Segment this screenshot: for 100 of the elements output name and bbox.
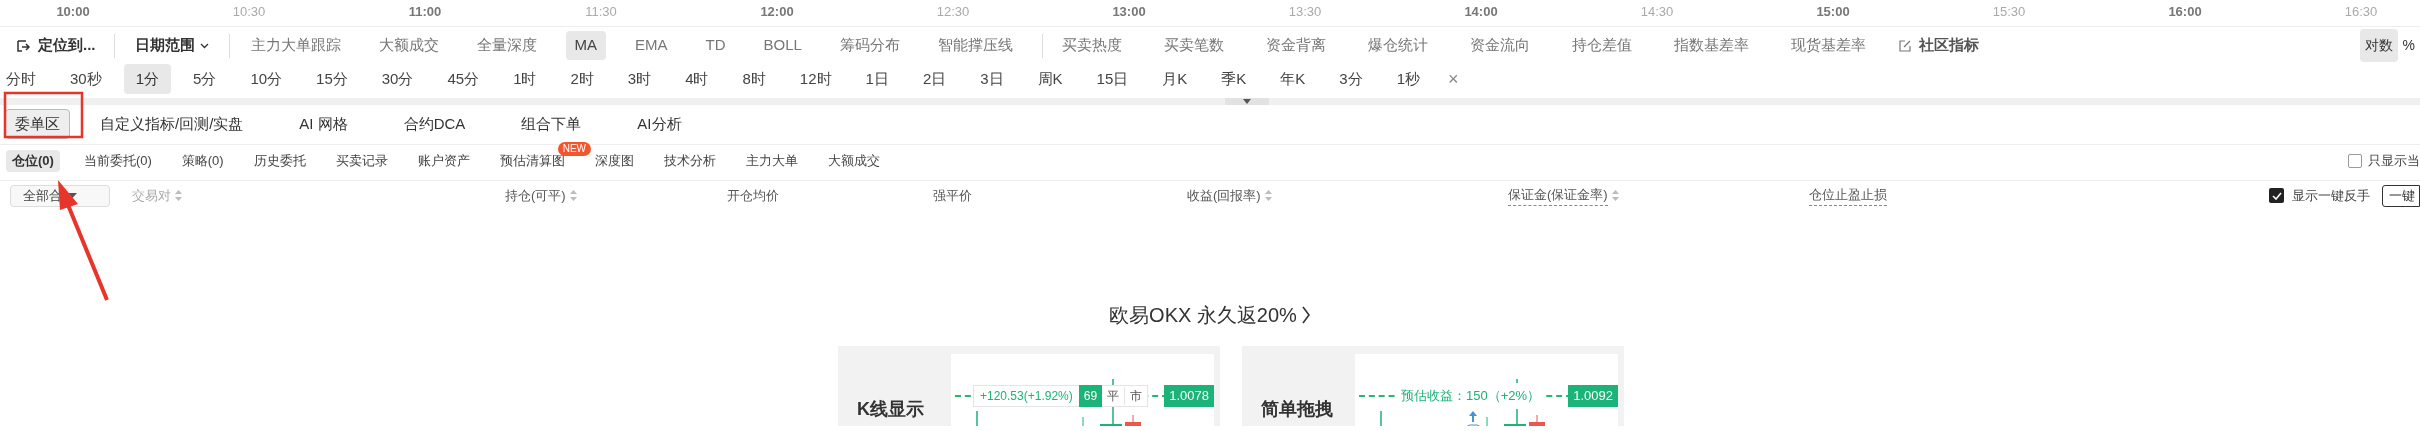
checkbox[interactable] xyxy=(2348,153,2362,168)
market-close-button[interactable]: 市 xyxy=(1125,387,1148,405)
profit-label: +120.53(+1.92%) xyxy=(979,388,1074,405)
interval-tab[interactable]: 月K xyxy=(1150,64,1200,94)
indicator-tab[interactable]: TD xyxy=(696,31,735,60)
price-tag: 1.0078 xyxy=(1164,385,1214,407)
interval-tab[interactable]: 3分 xyxy=(1327,64,1375,94)
interval-tab[interactable]: 2时 xyxy=(558,64,606,94)
panel-tab[interactable]: 委单区 xyxy=(5,109,70,139)
interval-tab[interactable]: 年K xyxy=(1268,64,1318,94)
panel-tab[interactable]: 组合下单 xyxy=(513,109,590,139)
indicator-tab[interactable]: 主力大单跟踪 xyxy=(241,31,350,60)
time-axis-label: 13:30 xyxy=(1287,3,1323,22)
data-tool-tab[interactable]: 爆仓统计 xyxy=(1358,31,1437,60)
sub-tab[interactable]: 仓位(0) xyxy=(6,149,60,172)
data-tool-tab[interactable]: 资金背离 xyxy=(1256,31,1335,60)
card-heading: 简单拖拽 xyxy=(1260,398,1334,421)
sub-tab[interactable]: 策略(0) xyxy=(177,149,228,172)
interval-tab[interactable]: 10分 xyxy=(238,64,295,94)
checkbox-label: 显示一键反手 xyxy=(2292,186,2370,205)
new-badge: NEW xyxy=(557,141,591,156)
column-header[interactable]: 保证金(保证金率) xyxy=(1508,185,1619,206)
time-axis-label: 13:00 xyxy=(1111,3,1147,22)
indicator-tab[interactable]: BOLL xyxy=(754,31,811,60)
time-axis-label: 11:00 xyxy=(407,3,443,22)
column-header[interactable]: 强平价 xyxy=(933,185,972,206)
indicator-tab[interactable]: 智能撑压线 xyxy=(928,31,1022,60)
interval-tab[interactable]: 1日 xyxy=(853,64,901,94)
chevron-down-icon xyxy=(199,42,209,49)
promo-link[interactable]: 欧易OKX 永久返20% xyxy=(1109,300,1311,330)
sub-tab[interactable]: 深度图 xyxy=(590,149,638,172)
sub-tab[interactable]: 技术分析 xyxy=(659,149,720,172)
time-axis-label: 16:30 xyxy=(2343,3,2379,22)
time-axis-label: 14:30 xyxy=(1639,3,1675,22)
interval-tab[interactable]: 季K xyxy=(1209,64,1259,94)
interval-tab[interactable]: 30秒 xyxy=(58,64,114,94)
column-header[interactable]: 收益(回报率) xyxy=(1187,185,1272,206)
close-position-button[interactable]: 平 xyxy=(1102,387,1126,405)
indicator-tab[interactable]: 筹码分布 xyxy=(830,31,909,60)
indicator-tab[interactable]: EMA xyxy=(626,31,677,60)
interval-tab[interactable]: 3时 xyxy=(615,64,664,94)
chevron-right-icon xyxy=(1300,306,1311,324)
locate-button[interactable]: 定位到... xyxy=(12,34,100,57)
indicator-tab[interactable]: 全量深度 xyxy=(467,31,546,60)
interval-tab[interactable]: 周K xyxy=(1025,64,1075,94)
interval-tab[interactable]: 12时 xyxy=(787,64,844,94)
data-tool-tab[interactable]: 买卖笔数 xyxy=(1154,31,1233,60)
panel-tab[interactable]: 合约DCA xyxy=(395,109,474,139)
interval-tab[interactable]: 30分 xyxy=(369,64,426,94)
one-click-button[interactable]: 一键 xyxy=(2382,184,2420,207)
interval-tab[interactable]: 2日 xyxy=(910,64,959,94)
interval-tab[interactable]: 1分 xyxy=(123,64,172,94)
interval-tab[interactable]: 4时 xyxy=(673,64,721,94)
data-tool-tab[interactable]: 资金流向 xyxy=(1460,31,1539,60)
sort-icon xyxy=(1611,190,1619,201)
caret-down-icon xyxy=(1243,99,1251,104)
panel-tab[interactable]: AI分析 xyxy=(629,109,690,139)
column-header[interactable]: 仓位止盈止损 xyxy=(1809,185,1887,206)
time-axis-label: 11:30 xyxy=(584,3,618,22)
interval-tab[interactable]: 1秒 xyxy=(1384,64,1432,94)
panel-tab[interactable]: AI 网格 xyxy=(291,109,356,139)
data-tool-tab[interactable]: 买卖热度 xyxy=(1052,31,1131,60)
data-tool-tab[interactable]: 持仓差值 xyxy=(1562,31,1641,60)
scale-option[interactable]: % xyxy=(2397,29,2420,62)
locate-icon xyxy=(16,37,32,54)
panel-resize-handle[interactable] xyxy=(1225,98,1269,105)
interval-tab[interactable]: 3日 xyxy=(968,64,1016,94)
interval-tab[interactable]: 1时 xyxy=(501,64,549,94)
time-axis-label: 12:00 xyxy=(759,3,795,22)
checkbox[interactable] xyxy=(2269,188,2284,203)
data-tool-tab[interactable]: 指数基差率 xyxy=(1664,31,1758,60)
time-axis-label: 10:30 xyxy=(231,3,267,22)
close-button[interactable]: × xyxy=(1442,65,1465,93)
time-axis-label: 12:30 xyxy=(935,3,971,22)
sub-tab[interactable]: 主力大单 xyxy=(741,149,802,172)
sort-icon xyxy=(1264,190,1272,201)
time-axis-label: 14:00 xyxy=(1463,3,1499,22)
sub-tab[interactable]: 买卖记录 xyxy=(331,149,392,172)
sub-tab[interactable]: 当前委托(0) xyxy=(79,149,156,172)
interval-tab[interactable]: 分时 xyxy=(0,64,48,94)
scale-option[interactable]: 对数 xyxy=(2359,29,2398,62)
checkbox-label: 只显示当 xyxy=(2368,151,2420,170)
interval-tab[interactable]: 45分 xyxy=(435,64,492,94)
data-tool-tab[interactable]: 现货基差率 xyxy=(1781,31,1875,60)
interval-tab[interactable]: 15分 xyxy=(304,64,360,94)
interval-tab[interactable]: 5分 xyxy=(181,64,229,94)
panel-tab[interactable]: 自定义指标/回测/实盘 xyxy=(92,109,252,139)
indicator-tab[interactable]: 大额成交 xyxy=(369,31,448,60)
indicator-tab[interactable]: MA xyxy=(565,31,606,60)
community-indicators-link[interactable]: 社区指标 xyxy=(1898,34,1979,57)
column-header[interactable]: 持仓(可平) xyxy=(505,185,577,206)
date-range-dropdown[interactable]: 日期范围 xyxy=(128,34,215,57)
sub-tab[interactable]: 大额成交 xyxy=(823,149,884,172)
interval-tab[interactable]: 8时 xyxy=(730,64,778,94)
sort-icon xyxy=(569,190,577,201)
column-header[interactable]: 开仓均价 xyxy=(727,185,779,206)
sub-tab[interactable]: 历史委托 xyxy=(249,149,310,172)
sub-tab[interactable]: 账户资产 xyxy=(413,149,474,172)
interval-tab[interactable]: 15日 xyxy=(1084,64,1141,94)
time-axis-label: 16:00 xyxy=(2167,3,2203,22)
